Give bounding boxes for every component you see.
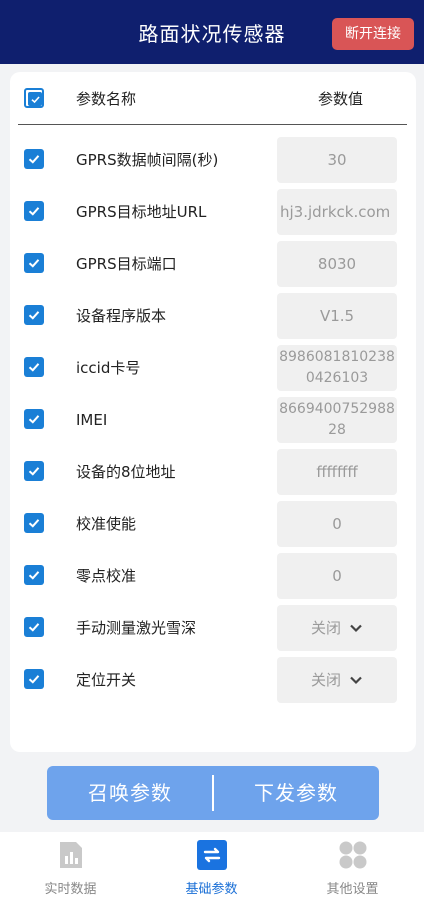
param-value-input[interactable]: 30 (277, 137, 397, 183)
tab-realtime-data[interactable]: 实时数据 (0, 832, 141, 900)
param-value-input[interactable]: hj3.jdrkck.com (277, 189, 397, 235)
param-label: IMEI (76, 411, 108, 429)
param-label: 定位开关 (76, 671, 137, 689)
header-divider (18, 124, 407, 125)
tab-label: 其他设置 (326, 882, 379, 897)
checkmark-icon (28, 311, 40, 320)
checkmark-icon (28, 519, 40, 528)
row-checkbox[interactable] (24, 617, 44, 637)
checkmark-icon (28, 259, 40, 268)
param-value-select[interactable]: 关闭 (277, 657, 397, 703)
grid-icon (339, 841, 367, 869)
tab-label: 基础参数 (185, 882, 238, 897)
param-value-input[interactable]: 0 (277, 501, 397, 547)
bottom-tab-bar: 实时数据 基础参数 其他设置 (0, 832, 424, 900)
param-label: GPRS目标地址URL (76, 203, 207, 221)
param-label: 校准使能 (76, 515, 137, 533)
row-checkbox[interactable] (24, 253, 44, 273)
row-checkbox[interactable] (24, 513, 44, 533)
column-header-value: 参数值 (318, 90, 364, 108)
row-checkbox[interactable] (24, 357, 44, 377)
bar-chart-icon (60, 842, 82, 868)
chevron-down-icon (350, 676, 362, 685)
row-checkbox[interactable] (24, 565, 44, 585)
summon-params-button[interactable]: 召唤参数 (47, 766, 213, 820)
checkmark-icon (28, 415, 40, 424)
param-label: GPRS目标端口 (76, 255, 177, 273)
checkmark-icon (28, 363, 40, 372)
row-checkbox[interactable] (24, 409, 44, 429)
param-value-input[interactable]: 89860818102380426103 (277, 345, 397, 391)
row-checkbox[interactable] (24, 149, 44, 169)
row-checkbox[interactable] (24, 669, 44, 689)
tab-other-settings[interactable]: 其他设置 (282, 832, 423, 900)
param-label: iccid卡号 (76, 359, 141, 377)
checkmark-icon (28, 155, 40, 164)
param-value-input[interactable]: 866940075298828 (277, 397, 397, 443)
param-label: 设备的8位地址 (76, 463, 176, 481)
send-params-button[interactable]: 下发参数 (213, 766, 379, 820)
tab-basic-params[interactable]: 基础参数 (141, 832, 282, 900)
param-value-input[interactable]: 0 (277, 553, 397, 599)
param-value-input[interactable]: 8030 (277, 241, 397, 287)
select-value: 关闭 (310, 671, 341, 689)
checkmark-icon (28, 92, 42, 106)
disconnect-button[interactable]: 断开连接 (332, 18, 414, 50)
checkmark-icon (28, 675, 40, 684)
chevron-down-icon (350, 624, 362, 633)
param-value-select[interactable]: 关闭 (277, 605, 397, 651)
row-checkbox[interactable] (24, 201, 44, 221)
select-value: 关闭 (310, 619, 341, 637)
param-value-input[interactable]: V1.5 (277, 293, 397, 339)
tab-label: 实时数据 (44, 882, 97, 897)
checkmark-icon (28, 623, 40, 632)
param-label: 设备程序版本 (76, 307, 167, 325)
column-header-name: 参数名称 (76, 90, 137, 108)
checkmark-icon (28, 467, 40, 476)
checkmark-icon (28, 571, 40, 580)
select-all-checkbox[interactable] (24, 88, 44, 108)
row-checkbox[interactable] (24, 461, 44, 481)
checkmark-icon (28, 207, 40, 216)
param-label: 零点校准 (76, 567, 137, 585)
action-button-bar: 召唤参数 下发参数 (47, 766, 379, 820)
sync-icon (197, 840, 227, 870)
param-value-input[interactable]: ffffffff (277, 449, 397, 495)
param-label: GPRS数据帧间隔(秒) (76, 151, 219, 169)
param-label: 手动测量激光雪深 (76, 619, 197, 637)
row-checkbox[interactable] (24, 305, 44, 325)
header-bar: 路面状况传感器 断开连接 (0, 0, 424, 64)
